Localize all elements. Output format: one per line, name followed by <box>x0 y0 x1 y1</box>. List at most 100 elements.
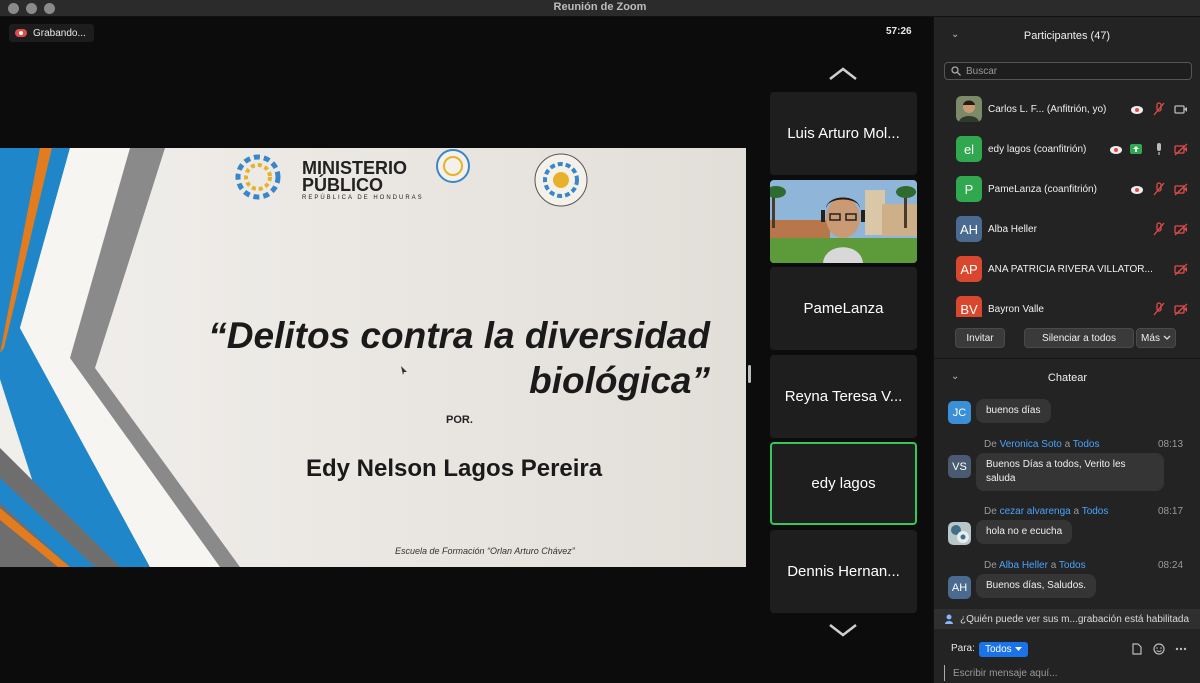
screen-share-icon <box>1130 144 1142 154</box>
escuela-logo-icon <box>534 153 588 207</box>
chevron-down-icon[interactable] <box>828 623 858 637</box>
chat-recipient-select[interactable]: Todos <box>979 642 1028 657</box>
avatar: JC <box>948 401 971 424</box>
more-label: Más <box>1141 332 1160 344</box>
mic-icon[interactable] <box>1152 142 1166 156</box>
logo-line-2: PÚBLICO <box>302 175 383 195</box>
video-off-icon[interactable] <box>1174 302 1188 316</box>
recording-indicator[interactable]: Grabando... <box>9 24 94 42</box>
video-tile[interactable]: Reyna Teresa V... <box>770 355 917 438</box>
ministerio-logo-icon <box>235 154 281 200</box>
video-off-icon[interactable] <box>1174 262 1188 276</box>
video-tile[interactable]: Luis Arturo Mol... <box>770 92 917 175</box>
to-label: a <box>1050 560 1057 571</box>
avatar <box>956 96 982 122</box>
slide-by-label: POR. <box>446 414 473 426</box>
ministerio-logo: MINISTERIO PÚBLICO REPÚBLICA DE HONDURAS <box>302 159 424 202</box>
search-placeholder: Buscar <box>966 65 998 77</box>
video-icon[interactable] <box>1174 102 1188 116</box>
recipient-name[interactable]: Todos <box>1059 560 1086 571</box>
avatar <box>948 522 971 545</box>
emoji-icon[interactable] <box>1153 643 1165 655</box>
from-label: De <box>984 439 997 450</box>
participant-row[interactable]: P PameLanza (coanfitrión) <box>934 169 1200 209</box>
message-meta: De Alba Heller a Todos <box>984 560 1086 571</box>
participant-name: Alba Heller <box>988 223 1037 235</box>
avatar: el <box>956 136 982 162</box>
participant-name: PameLanza (coanfitrión) <box>988 183 1097 195</box>
mic-muted-icon[interactable] <box>1152 182 1166 196</box>
chat-visibility-notice[interactable]: ¿Quién puede ver sus m...grabación está … <box>934 609 1200 629</box>
more-options-icon[interactable] <box>1175 643 1187 655</box>
shared-screen-slide: MINISTERIO PÚBLICO REPÚBLICA DE HONDURAS… <box>0 148 746 567</box>
mic-muted-icon[interactable] <box>1152 302 1166 316</box>
chat-message-input[interactable]: Escribir mensaje aquí... <box>944 665 1194 681</box>
chat-header-wrap: ⌄ Chatear <box>934 359 1200 397</box>
sender-name[interactable]: Veronica Soto <box>1000 439 1062 450</box>
video-off-icon[interactable] <box>1174 182 1188 196</box>
recipient-name[interactable]: Todos <box>1082 506 1109 517</box>
sender-name[interactable]: Alba Heller <box>999 560 1048 571</box>
sender-name[interactable]: cezar alvarenga <box>1000 506 1071 517</box>
participant-row[interactable]: AP ANA PATRICIA RIVERA VILLATOR... <box>934 249 1200 289</box>
meeting-timer: 57:26 <box>886 26 912 37</box>
from-label: De <box>984 560 997 571</box>
participant-name: edy lagos (coanfitrión) <box>988 143 1087 155</box>
message-time: 08:24 <box>1158 560 1184 571</box>
chevron-up-icon[interactable] <box>828 67 858 81</box>
cloud-record-icon <box>15 28 27 38</box>
video-tile-camera[interactable] <box>770 180 917 263</box>
cloud-record-icon <box>1131 106 1143 114</box>
slide-title-line-2: biológica” <box>529 360 710 401</box>
person-icon <box>945 614 953 624</box>
video-tile[interactable]: PameLanza <box>770 267 917 350</box>
collapse-chevron-icon[interactable]: ⌄ <box>951 29 959 40</box>
participants-title: Participantes (47) <box>1023 30 1111 42</box>
mic-muted-icon[interactable] <box>1152 222 1166 236</box>
participants-header: ⌄ Participantes (47) <box>934 17 1200 55</box>
chat-input-placeholder: Escribir mensaje aquí... <box>953 667 1058 679</box>
chat-messages: JC buenos días De Veronica Soto a Todos … <box>934 397 1200 609</box>
mouse-cursor-icon <box>401 366 407 375</box>
window-title: Reunión de Zoom <box>553 1 647 13</box>
invite-button[interactable]: Invitar <box>955 328 1005 348</box>
participant-row[interactable]: el edy lagos (coanfitrión) <box>934 129 1200 169</box>
tile-name: Reyna Teresa V... <box>784 388 903 405</box>
to-label: a <box>1064 439 1071 450</box>
chat-bubble: Buenos días, Saludos. <box>976 574 1097 598</box>
mute-all-button[interactable]: Silenciar a todos <box>1024 328 1134 348</box>
split-resize-handle[interactable] <box>748 365 751 383</box>
recipient-name[interactable]: Todos <box>1073 439 1100 450</box>
slide-title: “Delitos contra la diversidad biológica” <box>190 313 710 403</box>
file-icon[interactable] <box>1131 643 1143 655</box>
avatar: AP <box>956 256 982 282</box>
logo-subtitle: REPÚBLICA DE HONDURAS <box>302 195 424 201</box>
participant-name: Bayron Valle <box>988 303 1044 315</box>
collapse-chevron-icon[interactable]: ⌄ <box>951 371 959 382</box>
chat-bubble: hola no e ecucha <box>976 520 1073 544</box>
participant-row[interactable]: Carlos L. F... (Anfitrión, yo) <box>934 89 1200 129</box>
message-time: 08:13 <box>1158 439 1184 450</box>
more-button[interactable]: Más <box>1136 328 1176 348</box>
avatar: BV <box>956 296 982 317</box>
participant-row[interactable]: BV Bayron Valle <box>934 289 1200 317</box>
avatar: P <box>956 176 982 202</box>
chat-title: Chatear <box>1047 372 1088 384</box>
tile-name: PameLanza <box>803 300 884 317</box>
video-tile[interactable]: Dennis Hernan... <box>770 530 917 613</box>
window-titlebar: Reunión de Zoom <box>0 0 1200 17</box>
recipient-value: Todos <box>985 644 1012 655</box>
video-off-icon[interactable] <box>1174 222 1188 236</box>
participant-row[interactable]: AH Alba Heller <box>934 209 1200 249</box>
notice-text: ¿Quién puede ver sus m...grabación está … <box>960 613 1190 625</box>
chat-header: ⌄ Chatear <box>934 359 1200 397</box>
video-tile-active-speaker[interactable]: edy lagos <box>770 442 917 525</box>
mic-muted-icon[interactable] <box>1152 102 1166 116</box>
cloud-record-icon <box>1110 146 1122 154</box>
video-off-icon[interactable] <box>1174 142 1188 156</box>
participant-video-feed <box>770 180 917 263</box>
chat-bubble: Buenos Días a todos, Verito les saluda <box>976 453 1164 491</box>
meeting-area: Grabando... 57:26 MINISTERIO PÚBLICO REP… <box>0 17 933 683</box>
recording-label: Grabando... <box>33 27 86 39</box>
participants-search-input[interactable]: Buscar <box>944 62 1192 80</box>
